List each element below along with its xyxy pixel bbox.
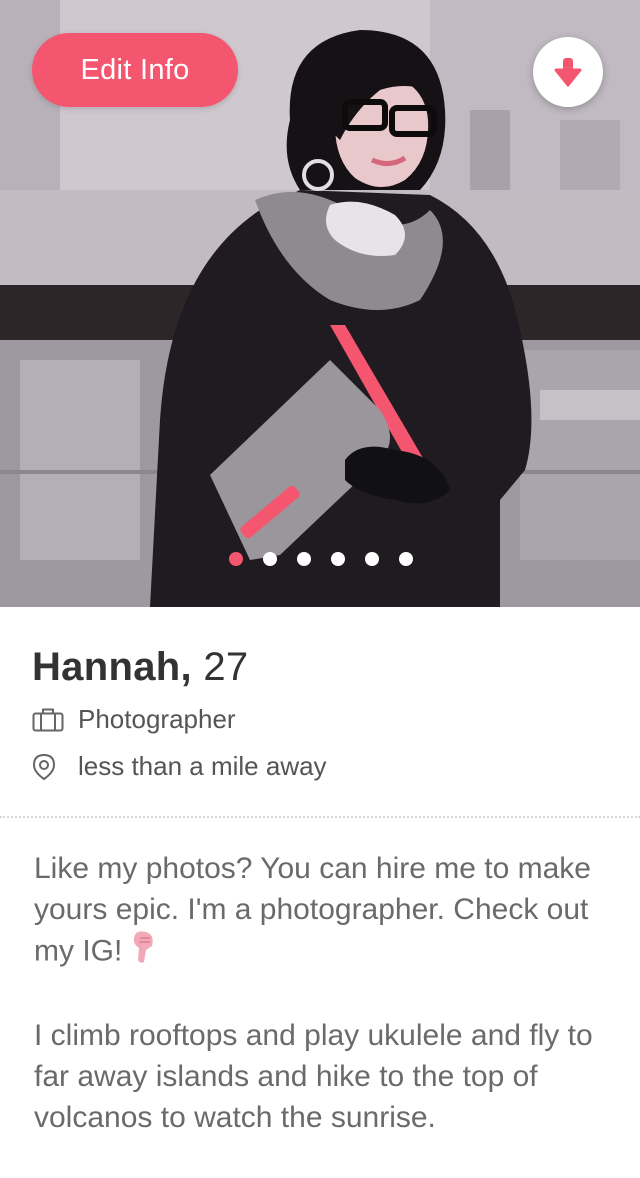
location-pin-icon — [32, 753, 68, 780]
name-text: Hannah, — [32, 645, 192, 689]
bio-text-2: I climb rooftops and play ukulele and fl… — [34, 1019, 593, 1134]
photo-pagination — [229, 552, 413, 566]
page-dot[interactable] — [297, 552, 311, 566]
download-button[interactable] — [533, 37, 603, 107]
section-divider — [0, 816, 640, 818]
bio-paragraph: Like my photos? You can hire me to make … — [34, 848, 624, 975]
job-row: Photographer — [32, 704, 236, 735]
page-dot[interactable] — [263, 552, 277, 566]
bio-text-1: Like my photos? You can hire me to make … — [34, 852, 591, 968]
distance-text: less than a mile away — [78, 751, 327, 781]
page-dot[interactable] — [365, 552, 379, 566]
bio: Like my photos? You can hire me to make … — [34, 848, 624, 1178]
profile-info: Hannah, 27 Photographer less than a mile… — [0, 607, 640, 819]
age-text: 27 — [203, 645, 249, 689]
bio-paragraph: I climb rooftops and play ukulele and fl… — [34, 1015, 624, 1138]
job-text: Photographer — [78, 704, 236, 734]
arrow-down-icon — [554, 58, 582, 87]
profile-photo[interactable]: Edit Info — [0, 0, 640, 607]
profile-name: Hannah, 27 — [32, 645, 248, 690]
edit-info-button[interactable]: Edit Info — [32, 33, 238, 107]
distance-row: less than a mile away — [32, 751, 327, 782]
briefcase-icon — [32, 707, 68, 733]
page-dot[interactable] — [229, 552, 243, 566]
pointing-down-icon — [130, 930, 156, 975]
page-dot[interactable] — [399, 552, 413, 566]
page-dot[interactable] — [331, 552, 345, 566]
